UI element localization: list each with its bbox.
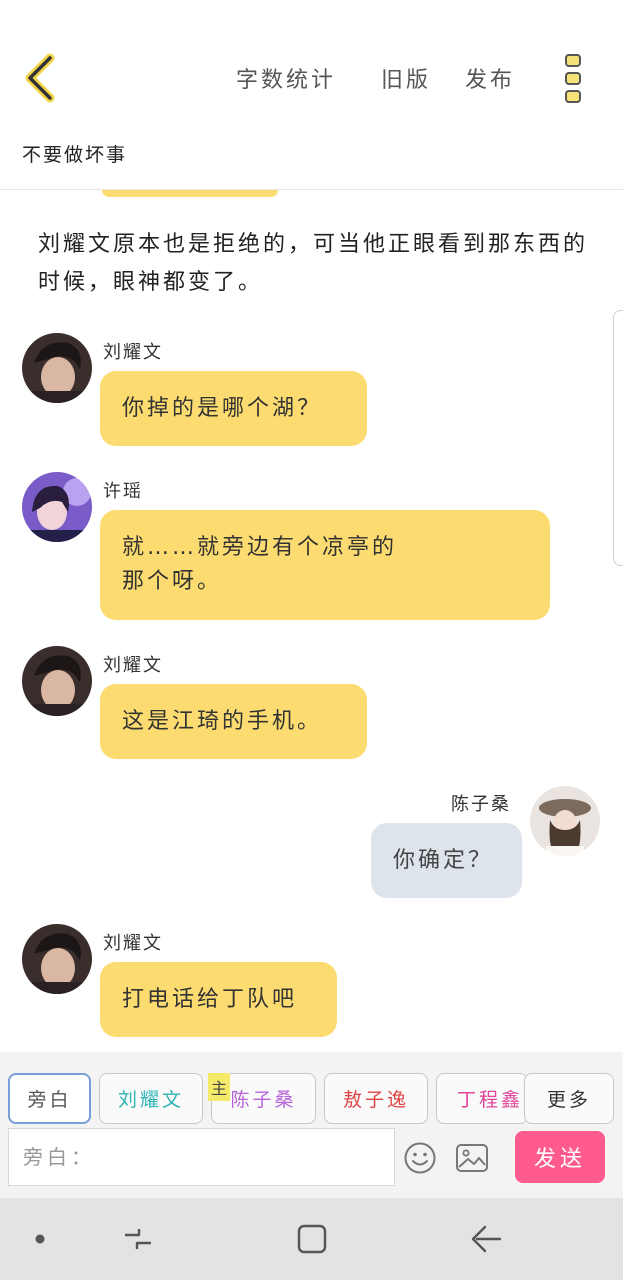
- chip-label: 更多: [546, 1089, 591, 1111]
- avatar-liu-yaowen[interactable]: [22, 646, 92, 716]
- home-square-icon: [297, 1224, 327, 1254]
- chip-label: 刘耀文: [117, 1089, 184, 1111]
- chip-label: 丁程鑫: [457, 1089, 524, 1111]
- narration-text: 刘耀文原本也是拒绝的，可当他正眼看到那东西的时候，眼神都变了。: [38, 232, 589, 295]
- back-button[interactable]: [22, 52, 62, 104]
- message-text: 你掉的是哪个湖？: [122, 395, 323, 421]
- word-count-button[interactable]: 字数统计: [236, 62, 336, 94]
- nav-home-button[interactable]: [295, 1222, 329, 1256]
- nav-back-button[interactable]: [469, 1222, 503, 1256]
- old-version-button[interactable]: 旧版: [381, 62, 431, 94]
- speaker-name: 陈子桑: [451, 794, 511, 815]
- message-bubble[interactable]: 你确定？: [371, 823, 522, 898]
- avatar-liu-yaowen[interactable]: [22, 924, 92, 994]
- avatar-liu-yaowen[interactable]: [22, 333, 92, 403]
- message-text: 打电话给丁队吧: [122, 986, 298, 1012]
- emoji-button[interactable]: [403, 1141, 437, 1175]
- previous-bubble-edge: [102, 190, 278, 197]
- side-scroll-handle[interactable]: [613, 310, 623, 566]
- character-chip-liu-yaowen[interactable]: 刘耀文: [99, 1073, 203, 1124]
- speaker-name: 刘耀文: [103, 655, 163, 676]
- character-chip-narrator[interactable]: 旁白: [8, 1073, 91, 1124]
- more-characters-button[interactable]: 更多: [524, 1073, 614, 1124]
- chip-label: 旁白: [27, 1089, 72, 1111]
- chip-label: 敖子逸: [342, 1089, 409, 1111]
- image-icon: [456, 1144, 488, 1172]
- message-line: 那个呀。: [122, 569, 223, 594]
- more-menu-button[interactable]: [558, 52, 588, 106]
- nav-dot-button[interactable]: [23, 1222, 57, 1256]
- dot-icon: [35, 1234, 45, 1244]
- speaker-name: 许瑶: [103, 481, 143, 502]
- message-text: 这是江琦的手机。: [122, 708, 323, 734]
- avatar-chen-zisang[interactable]: [530, 786, 600, 856]
- image-button[interactable]: [455, 1141, 489, 1175]
- publish-button[interactable]: 发布: [465, 62, 515, 94]
- message-bubble[interactable]: 你掉的是哪个湖？: [100, 371, 367, 446]
- character-chip-ding-chengxin[interactable]: 丁程鑫: [436, 1073, 528, 1124]
- story-title: 不要做坏事: [22, 144, 128, 166]
- speaker-name: 刘耀文: [103, 933, 163, 954]
- top-bar: 字数统计 旧版 发布: [0, 0, 623, 130]
- chip-label: 陈子桑: [230, 1089, 297, 1111]
- send-button[interactable]: 发送: [515, 1131, 605, 1183]
- message-bubble[interactable]: 打电话给丁队吧: [100, 962, 337, 1037]
- back-arrow-icon: [471, 1225, 502, 1253]
- smiley-icon: [404, 1142, 436, 1174]
- more-vertical-icon: [565, 54, 581, 103]
- message-text: 你确定？: [393, 847, 494, 873]
- chevron-left-icon: [25, 53, 55, 103]
- character-chip-ao-ziyi[interactable]: 敖子逸: [324, 1073, 428, 1124]
- nav-recents-button[interactable]: [121, 1222, 155, 1256]
- main-character-badge: 主: [208, 1073, 230, 1101]
- message-bubble[interactable]: 这是江琦的手机。: [100, 684, 367, 759]
- message-bubble[interactable]: 就……就旁边有个凉亭的 那个呀。: [100, 510, 550, 620]
- recents-icon: [125, 1229, 151, 1249]
- speaker-name: 刘耀文: [103, 342, 163, 363]
- message-input[interactable]: [8, 1128, 395, 1186]
- header-divider: [0, 189, 623, 190]
- avatar-xu-yao[interactable]: [22, 472, 92, 542]
- message-line: 就……就旁边有个凉亭的: [122, 535, 398, 560]
